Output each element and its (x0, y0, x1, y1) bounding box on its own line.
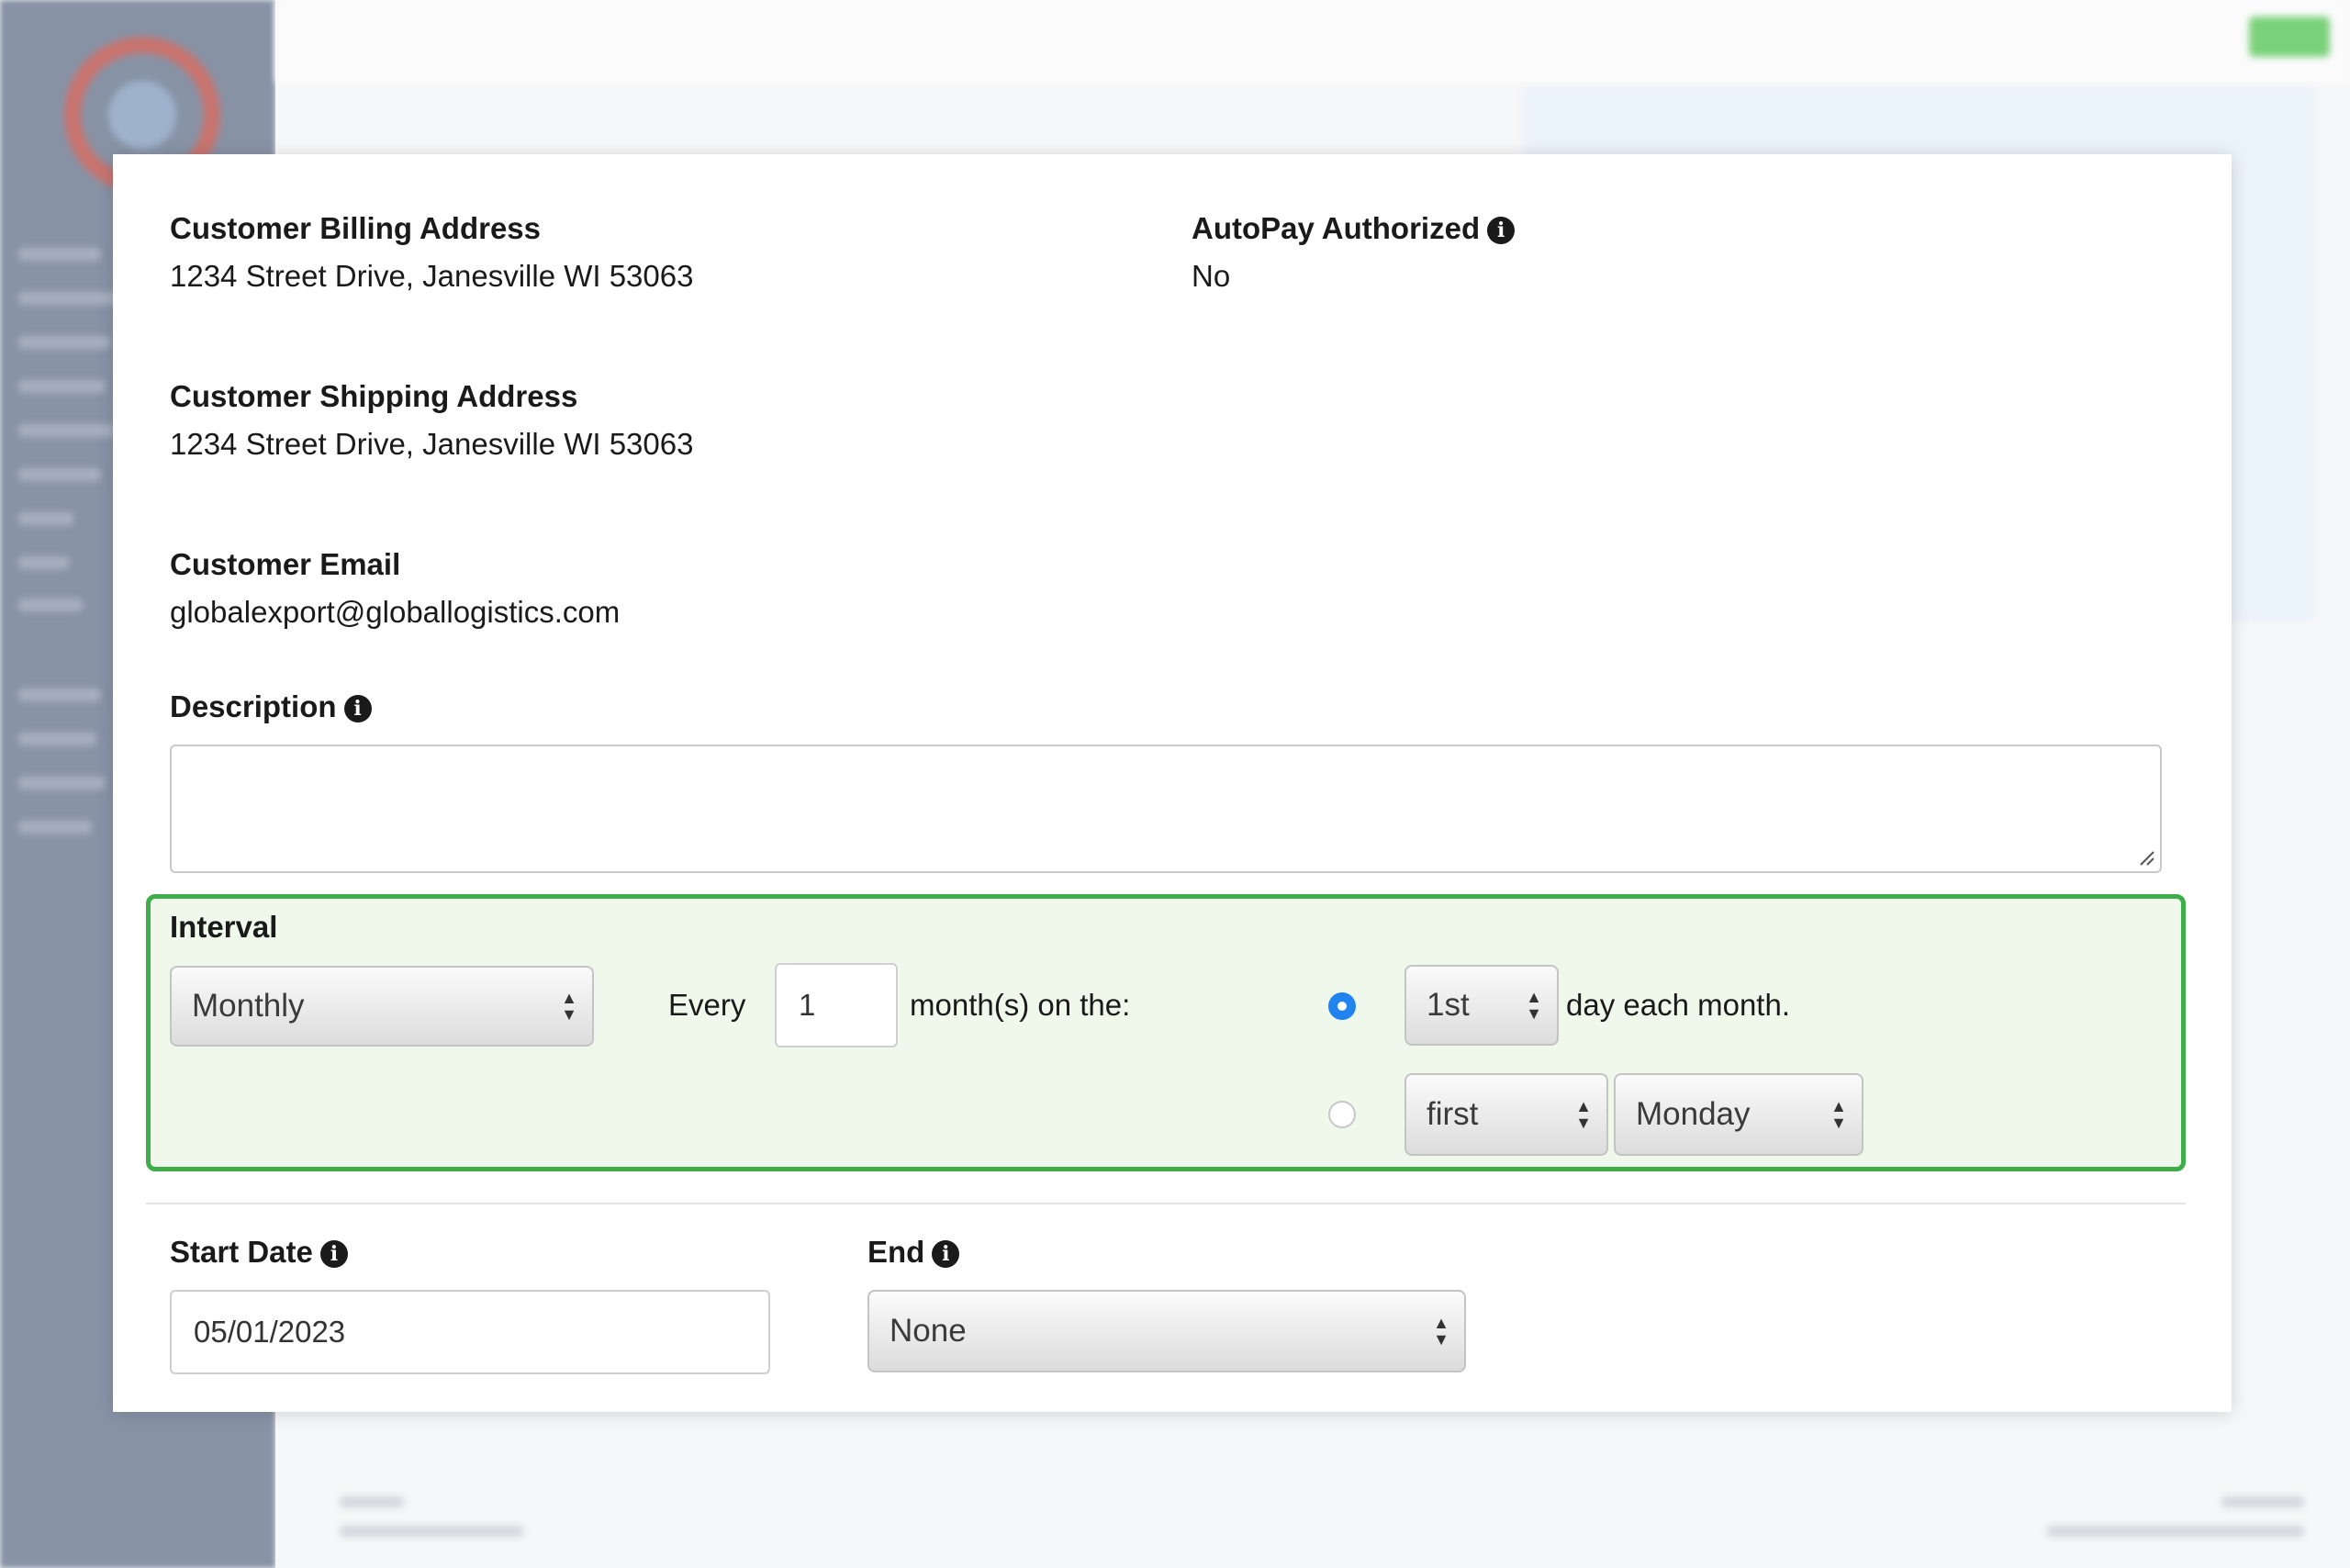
resize-grip-icon[interactable] (2138, 849, 2154, 866)
background-nav-item (18, 292, 119, 305)
months-on-the-label: month(s) on the: (910, 988, 1131, 1022)
autopay-value: No (1192, 259, 1231, 293)
week-ordinal-select[interactable]: first ▲ ▼ (1404, 1073, 1608, 1156)
background-nav-item (18, 689, 101, 701)
weekday-value: Monday (1636, 1096, 1751, 1132)
background-nav-item (18, 777, 106, 790)
start-date-value: 05/01/2023 (194, 1315, 346, 1349)
background-footer-text (2221, 1496, 2304, 1507)
background-logo-center (108, 81, 176, 149)
end-select[interactable]: None ▲ ▼ (867, 1290, 1466, 1372)
background-nav-item (18, 821, 92, 834)
description-textarea[interactable] (170, 745, 2162, 873)
interval-label: Interval (170, 910, 278, 944)
section-divider (146, 1203, 2186, 1204)
background-nav-item (18, 424, 115, 437)
background-nav-item (18, 733, 96, 745)
background-save-button (2249, 17, 2330, 57)
background-footer-text (340, 1496, 404, 1507)
sort-arrows-icon: ▲ ▼ (1575, 1097, 1592, 1132)
customer-email-value: globalexport@globallogistics.com (170, 595, 621, 629)
info-icon[interactable]: i (343, 695, 372, 722)
end-value: None (890, 1313, 967, 1349)
billing-address-value: 1234 Street Drive, Janesville WI 53063 (170, 259, 694, 293)
sort-arrows-icon: ▲ ▼ (561, 989, 577, 1024)
weekday-of-month-radio[interactable] (1328, 1101, 1356, 1128)
background-nav-item (18, 556, 69, 569)
sort-arrows-icon: ▲ ▼ (1830, 1097, 1847, 1132)
description-label: Description i (170, 689, 372, 724)
day-each-month-label: day each month. (1566, 988, 1790, 1022)
day-of-month-select[interactable]: 1st ▲ ▼ (1404, 965, 1559, 1046)
background-nav-item (18, 599, 83, 611)
autopay-label: AutoPay Authorized i (1192, 211, 1516, 246)
background-nav-item (18, 336, 110, 349)
every-count-input[interactable]: 1 (775, 963, 898, 1047)
background-footer-text (2047, 1526, 2304, 1537)
day-of-month-value: 1st (1427, 987, 1470, 1023)
every-count-value: 1 (799, 988, 816, 1022)
interval-frequency-select[interactable]: Monthly ▲ ▼ (170, 966, 594, 1047)
start-date-label: Start Date i (170, 1235, 348, 1270)
start-date-input[interactable]: 05/01/2023 (170, 1290, 770, 1374)
background-nav-item (18, 380, 106, 393)
billing-address-label: Customer Billing Address (170, 211, 542, 245)
background-nav-item (18, 512, 73, 525)
recurring-invoice-modal: Customer Billing Address 1234 Street Dri… (113, 154, 2232, 1412)
interval-frequency-value: Monthly (192, 988, 305, 1024)
sort-arrows-icon: ▲ ▼ (1433, 1314, 1449, 1349)
end-label: End i (867, 1235, 960, 1270)
info-icon[interactable]: i (1487, 217, 1516, 244)
interval-section: Interval Monthly ▲ ▼ Every 1 month(s) on … (146, 894, 2186, 1171)
every-label: Every (668, 988, 746, 1022)
customer-email-label: Customer Email (170, 547, 401, 581)
weekday-select[interactable]: Monday ▲ ▼ (1614, 1073, 1863, 1156)
background-header (275, 0, 2350, 83)
background-nav-item (18, 248, 101, 261)
info-icon[interactable]: i (319, 1240, 348, 1268)
day-of-month-radio[interactable] (1328, 992, 1356, 1020)
shipping-address-label: Customer Shipping Address (170, 379, 578, 413)
background-nav-item (18, 468, 101, 481)
sort-arrows-icon: ▲ ▼ (1526, 988, 1542, 1023)
week-ordinal-value: first (1427, 1096, 1479, 1132)
shipping-address-value: 1234 Street Drive, Janesville WI 53063 (170, 427, 694, 461)
background-footer-text (340, 1526, 523, 1537)
info-icon[interactable]: i (932, 1240, 960, 1268)
